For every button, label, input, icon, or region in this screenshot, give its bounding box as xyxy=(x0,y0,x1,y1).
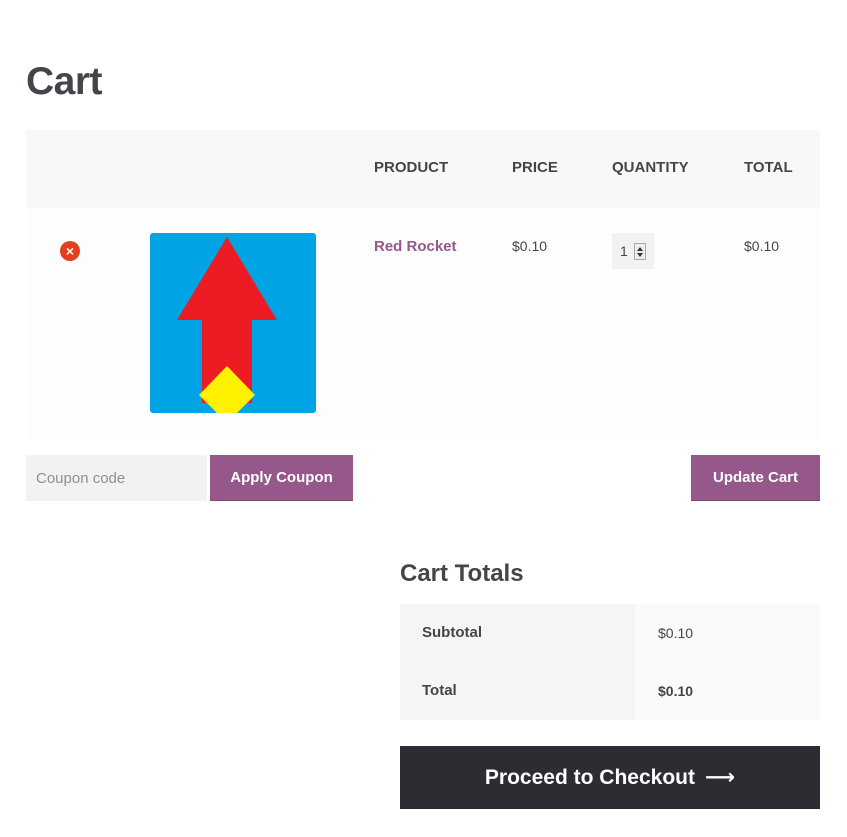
remove-item-icon[interactable]: × xyxy=(60,241,80,261)
red-rocket-image xyxy=(150,233,316,413)
coupon-code-input[interactable] xyxy=(26,455,207,501)
update-cart-button[interactable]: Update Cart xyxy=(691,455,820,501)
quantity-stepper[interactable]: 1 xyxy=(612,233,654,269)
checkout-label: Proceed to Checkout xyxy=(484,766,695,789)
total-value: $0.10 xyxy=(658,683,694,699)
product-name-link[interactable]: Red Rocket xyxy=(374,238,457,255)
subtotal-label-cell: Subtotal xyxy=(400,604,635,662)
subtotal-value-cell: $0.10 xyxy=(635,604,820,662)
cart-item-row: × Red Rocket $0.10 1 $0.10 xyxy=(26,208,820,440)
quantity-value[interactable]: 1 xyxy=(620,243,628,259)
decrement-icon[interactable] xyxy=(637,253,643,257)
cart-table-header: Product Price Quantity Total xyxy=(26,130,820,208)
proceed-to-checkout-button[interactable]: Proceed to Checkout ⟶ xyxy=(400,746,820,809)
total-label: Total xyxy=(422,682,457,699)
subtotal-value: $0.10 xyxy=(658,625,694,641)
quantity-spinner[interactable] xyxy=(634,243,646,260)
subtotal-row: Subtotal $0.10 xyxy=(400,604,820,662)
subtotal-label: Subtotal xyxy=(422,624,482,641)
product-subtotal: $0.10 xyxy=(744,238,780,254)
total-label-cell: Total xyxy=(400,662,635,720)
cart-totals-table: Subtotal $0.10 Total $0.10 xyxy=(400,604,820,720)
apply-coupon-button[interactable]: Apply Coupon xyxy=(210,455,353,501)
header-product: Product xyxy=(374,159,449,176)
product-thumbnail[interactable] xyxy=(150,233,316,413)
cart-totals-title: Cart Totals xyxy=(400,560,524,587)
total-row: Total $0.10 xyxy=(400,662,820,720)
total-value-cell: $0.10 xyxy=(635,662,820,720)
product-price: $0.10 xyxy=(512,238,548,254)
page-title: Cart xyxy=(26,60,103,103)
header-price: Price xyxy=(512,159,558,176)
header-quantity: Quantity xyxy=(612,159,689,176)
increment-icon[interactable] xyxy=(637,247,643,251)
header-total: Total xyxy=(744,159,793,176)
arrow-right-icon: ⟶ xyxy=(704,766,736,789)
